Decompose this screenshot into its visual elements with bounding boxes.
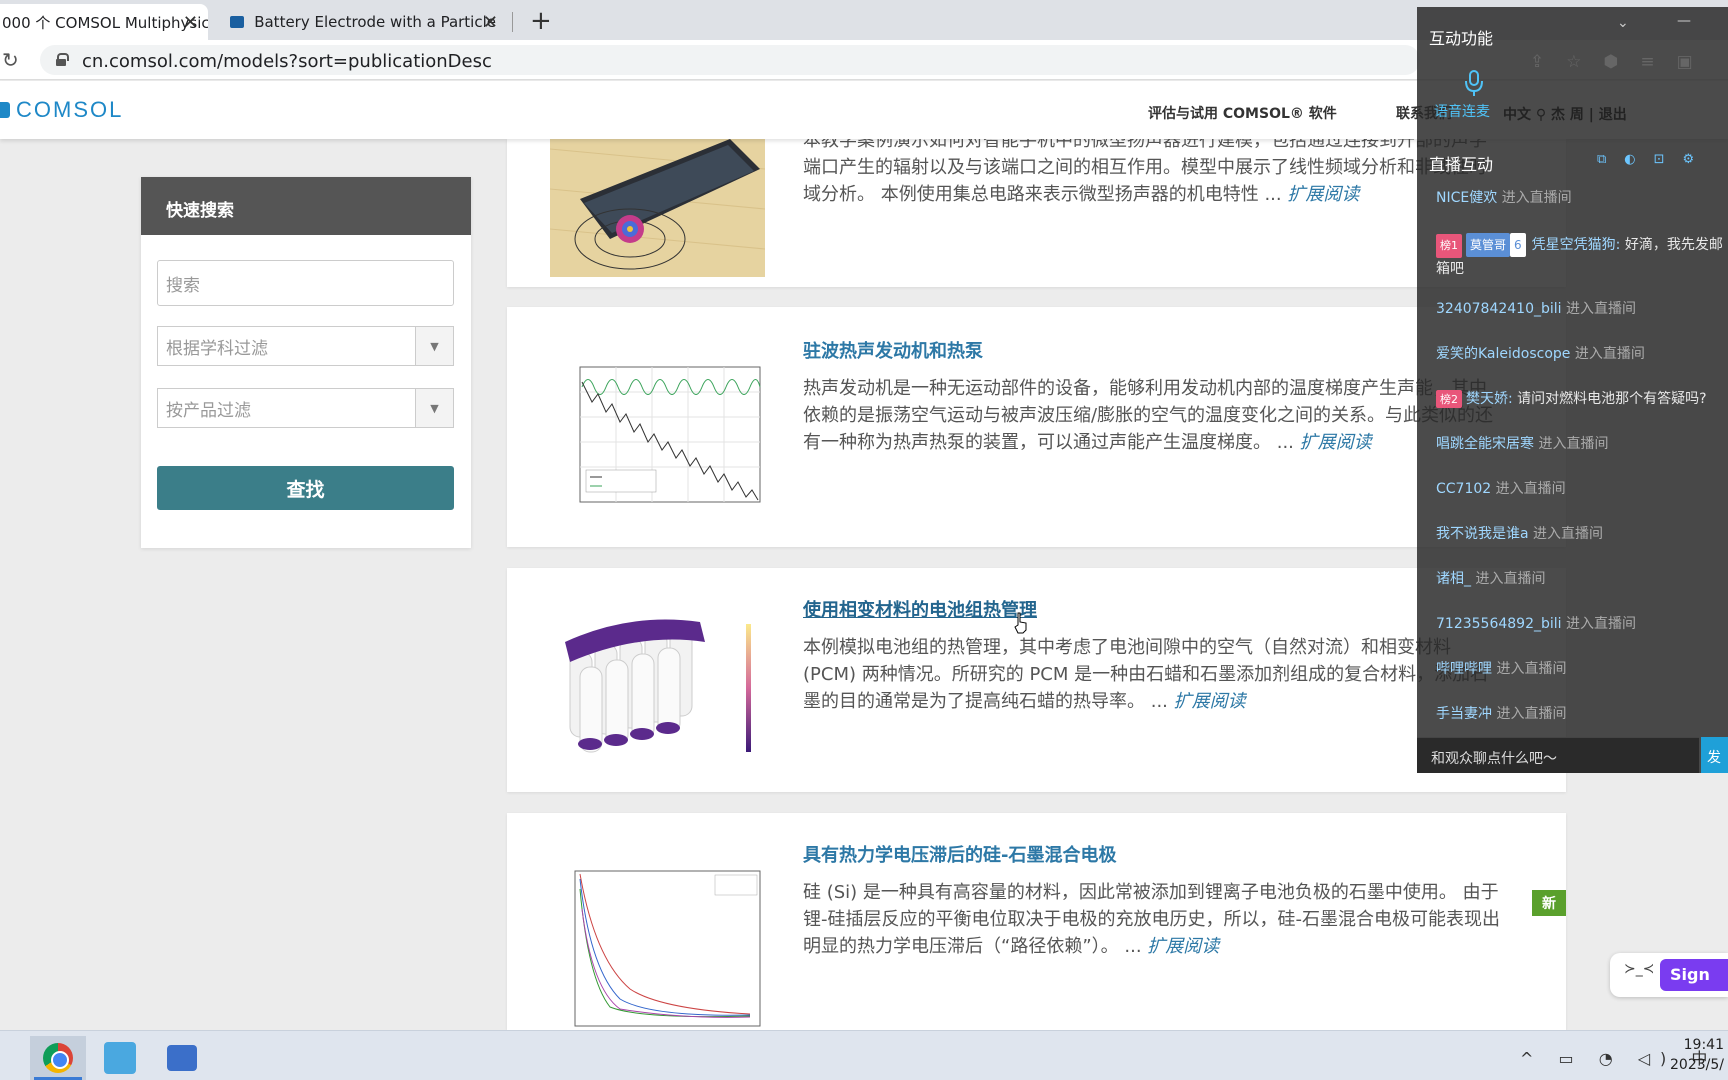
microphone-icon[interactable] [1463, 69, 1485, 97]
model-description: 硅 (Si) 是一种具有高容量的材料，因此常被添加到锂离子电池负极的石墨中使用。… [803, 879, 1503, 960]
read-more-link[interactable]: 扩展阅读 [1287, 184, 1359, 205]
chevron-down-icon[interactable]: ⌄ [1617, 15, 1629, 31]
model-title-link[interactable]: 驻波热声发动机和热泵 [803, 337, 983, 363]
comsol-logo[interactable]: COMSOL [0, 97, 123, 123]
date: 2023/5/ [1670, 1057, 1724, 1073]
omnibox[interactable]: cn.comsol.com/models?sort=publicationDes… [40, 45, 1420, 75]
model-card: 驻波热声发动机和热泵 热声发动机是一种无运动部件的设备，能够利用发动机内部的温度… [507, 307, 1566, 547]
select-label: 按产品过滤 [166, 400, 251, 421]
sign-button[interactable]: Sign [1660, 959, 1728, 991]
quick-search-title: 快速搜索 [141, 177, 471, 235]
read-more-link[interactable]: 扩展阅读 [1147, 936, 1219, 957]
nav-evaluate-link[interactable]: 评估与试用 COMSOL® 软件 [1148, 103, 1337, 123]
select-label: 根据学科过滤 [166, 338, 268, 359]
model-thumbnail[interactable] [550, 139, 765, 277]
taskbar-media-app[interactable] [154, 1036, 210, 1080]
close-icon[interactable]: ✕ [183, 12, 198, 33]
sign-widget: ≻_≺ Sign [1610, 953, 1728, 997]
chat-message: 32407842410_bili 进入直播间 [1436, 301, 1636, 317]
model-description: 本例模拟电池组的热管理，其中考虑了电池间隙中的空气（自然对流）和相变材料 (PC… [803, 634, 1503, 715]
chat-message: 71235564892_bili 进入直播间 [1436, 616, 1636, 632]
new-tab-button[interactable]: + [530, 6, 552, 36]
lock-icon[interactable] [56, 53, 69, 66]
chevron-down-icon[interactable]: ▼ [415, 389, 453, 427]
comsol-favicon-icon [230, 16, 245, 28]
clock[interactable]: 19:41 2023/5/ [1670, 1035, 1724, 1075]
chat-message: 诸相_ 进入直播间 [1436, 571, 1546, 587]
send-button[interactable]: 发 [1701, 737, 1728, 773]
tab-comsol-models[interactable]: 000 个 COMSOL Multiphysics ✕ [0, 4, 208, 40]
panel-title: 互动功能 [1429, 29, 1494, 48]
model-card: 使用相变材料的电池组热管理 本例模拟电池组的热管理，其中考虑了电池间隙中的空气（… [507, 568, 1566, 792]
media-player-icon [167, 1045, 197, 1071]
model-card: 本教学案例演示如何对智能手机中的微型扬声器进行建模，包括通过连接到开部的声学端口… [507, 139, 1566, 287]
live-app-icon [104, 1042, 136, 1074]
model-card: 具有热力学电压滞后的硅-石墨混合电极 硅 (Si) 是一种具有高容量的材料，因此… [507, 813, 1566, 1030]
tab-separator [512, 12, 513, 32]
tab-title: 000 个 COMSOL Multiphysics [2, 13, 208, 32]
description-text: 本教学案例演示如何对智能手机中的微型扬声器进行建模，包括通过连接到开部的声学端口… [803, 139, 1487, 205]
chat-message: 榜2 樊天娇: 请问对燃料电池那个有答疑吗? [1436, 388, 1707, 408]
voltage-hysteresis-plot-image [550, 869, 765, 1030]
model-title-link[interactable]: 使用相变材料的电池组热管理 [803, 596, 1037, 622]
panel-tool-icons[interactable]: ⧉◐⊡⚙ [1597, 152, 1712, 167]
tab-title: Battery Electrode with a Particle [254, 13, 496, 31]
quick-search-panel: 快速搜索 搜索 根据学科过滤 ▼ 按产品过滤 ▼ 查找 [141, 177, 471, 548]
taskbar-live-app[interactable] [92, 1036, 148, 1080]
chat-message: CC7102 进入直播间 [1436, 481, 1566, 497]
minimize-icon[interactable]: — [1677, 13, 1691, 29]
new-badge: 新 [1532, 890, 1566, 916]
model-title-link[interactable]: 具有热力学电压滞后的硅-石墨混合电极 [803, 841, 1116, 867]
voice-connect-button[interactable]: 语音连麦 [1434, 101, 1490, 121]
tab-battery-electrode[interactable]: Battery Electrode with a Particle ✕ [218, 4, 508, 40]
windows-taskbar: ^ ▭ ◔ ◁) 中 19:41 2023/5/ [0, 1030, 1728, 1080]
chat-message: 榜1 莫管哥 6 凭星空凭猫狗: 好滴，我先发邮箱吧 [1436, 233, 1726, 280]
model-thumbnail[interactable] [550, 612, 765, 762]
chrome-icon [43, 1043, 73, 1073]
chevron-down-icon[interactable]: ▼ [415, 327, 453, 365]
face-icon[interactable]: ≻_≺ [1624, 961, 1654, 977]
logo-text: COMSOL [16, 97, 124, 122]
smartphone-speaker-image [550, 139, 765, 277]
close-icon[interactable]: ✕ [483, 12, 498, 33]
temperature-plot-image [550, 352, 765, 527]
discipline-filter-select[interactable]: 根据学科过滤 ▼ [157, 326, 454, 366]
chat-message: 手当妻冲 进入直播间 [1436, 706, 1567, 722]
description-text: 热声发动机是一种无运动部件的设备，能够利用发动机内部的温度梯度产生声能，其中依赖… [803, 378, 1494, 453]
chat-message: 我不说我是谁a 进入直播间 [1436, 526, 1604, 542]
chat-message: NICE健欢 进入直播间 [1436, 190, 1572, 206]
chat-message: 爱笑的Kaleidoscope 进入直播间 [1436, 346, 1645, 362]
product-filter-select[interactable]: 按产品过滤 ▼ [157, 388, 454, 428]
time: 19:41 [1683, 1037, 1724, 1053]
live-interaction-heading: 直播互动 [1429, 155, 1494, 174]
find-button[interactable]: 查找 [157, 466, 454, 510]
reload-icon[interactable]: ↻ [2, 48, 19, 72]
chat-message: 哔哩哔哩 进入直播间 [1436, 661, 1567, 677]
browser-toolbar-icons[interactable]: ⇪☆⬢≡▣ [1530, 52, 1715, 72]
chat-input[interactable]: 和观众聊点什么吧～ [1417, 737, 1699, 773]
search-input[interactable]: 搜索 [157, 260, 454, 306]
taskbar-chrome[interactable] [30, 1036, 86, 1080]
model-thumbnail[interactable] [550, 869, 765, 1030]
header-user-links[interactable]: 中文 ⚲ 杰 周 | 退出 [1503, 104, 1627, 124]
read-more-link[interactable]: 扩展阅读 [1300, 432, 1372, 453]
read-more-link[interactable]: 扩展阅读 [1174, 691, 1246, 712]
description-text: 本例模拟电池组的热管理，其中考虑了电池间隙中的空气（自然对流）和相变材料 (PC… [803, 637, 1489, 712]
model-description: 热声发动机是一种无运动部件的设备，能够利用发动机内部的温度梯度产生声能，其中依赖… [803, 375, 1503, 456]
battery-pack-image [550, 612, 765, 762]
logo-mark-icon [0, 102, 10, 118]
chat-message: 唱跳全能宋居寒 进入直播间 [1436, 436, 1609, 452]
model-description: 本教学案例演示如何对智能手机中的微型扬声器进行建模，包括通过连接到开部的声学端口… [803, 139, 1503, 208]
url-text[interactable]: cn.comsol.com/models?sort=publicationDes… [82, 51, 492, 72]
hand-cursor-icon [1014, 612, 1027, 634]
model-thumbnail[interactable] [550, 352, 765, 527]
